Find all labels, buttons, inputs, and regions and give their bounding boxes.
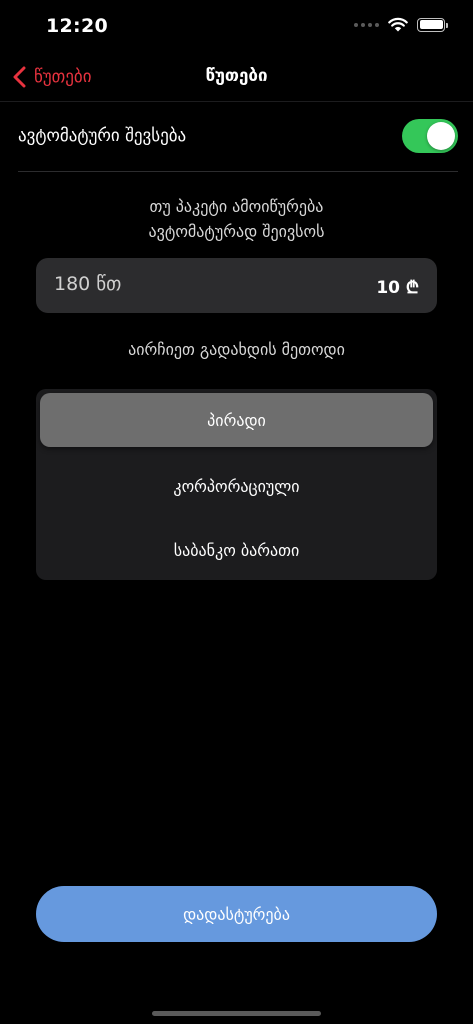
payment-option-corporate[interactable]: კორპორაციული [40,459,433,513]
hint-line-2: ავტომატურად შეივსოს [148,222,325,241]
battery-icon [417,17,448,32]
navigation-bar: წუთები წუთები [0,52,473,102]
status-time: 12:20 [46,15,108,37]
auto-refill-row: ავტომატური შევსება [18,102,458,172]
payment-option-bank-card[interactable]: საბანკო ბარათი [40,523,433,577]
status-bar: 12:20 [0,0,473,52]
status-icons [354,17,448,32]
home-indicator [152,1011,321,1016]
package-selector[interactable]: 180 წთ 10 ₾ [36,258,437,313]
payment-method-title: აირჩიეთ გადახდის მეთოდი [128,340,345,359]
wifi-icon [388,17,408,32]
auto-refill-hint: თუ პაკეტი ამოიწურება ავტომატურად შეივსოს [30,194,443,244]
auto-refill-label: ავტომატური შევსება [18,126,187,146]
cellular-signal-icon [354,22,379,27]
page-title: წუთები [205,66,268,86]
payment-method-list: პირადი კორპორაციული საბანკო ბარათი [36,389,437,580]
payment-option-personal[interactable]: პირადი [40,393,433,447]
package-minutes: 180 წთ [54,273,122,295]
screen: 12:20 წუთები წუთები ავტომატური შევსება თ… [0,0,473,1024]
confirm-button[interactable]: დადასტურება [36,886,437,942]
hint-line-1: თუ პაკეტი ამოიწურება [149,197,324,216]
package-price: 10 ₾ [376,278,419,298]
auto-refill-toggle[interactable] [402,119,458,153]
toggle-knob [427,122,455,150]
